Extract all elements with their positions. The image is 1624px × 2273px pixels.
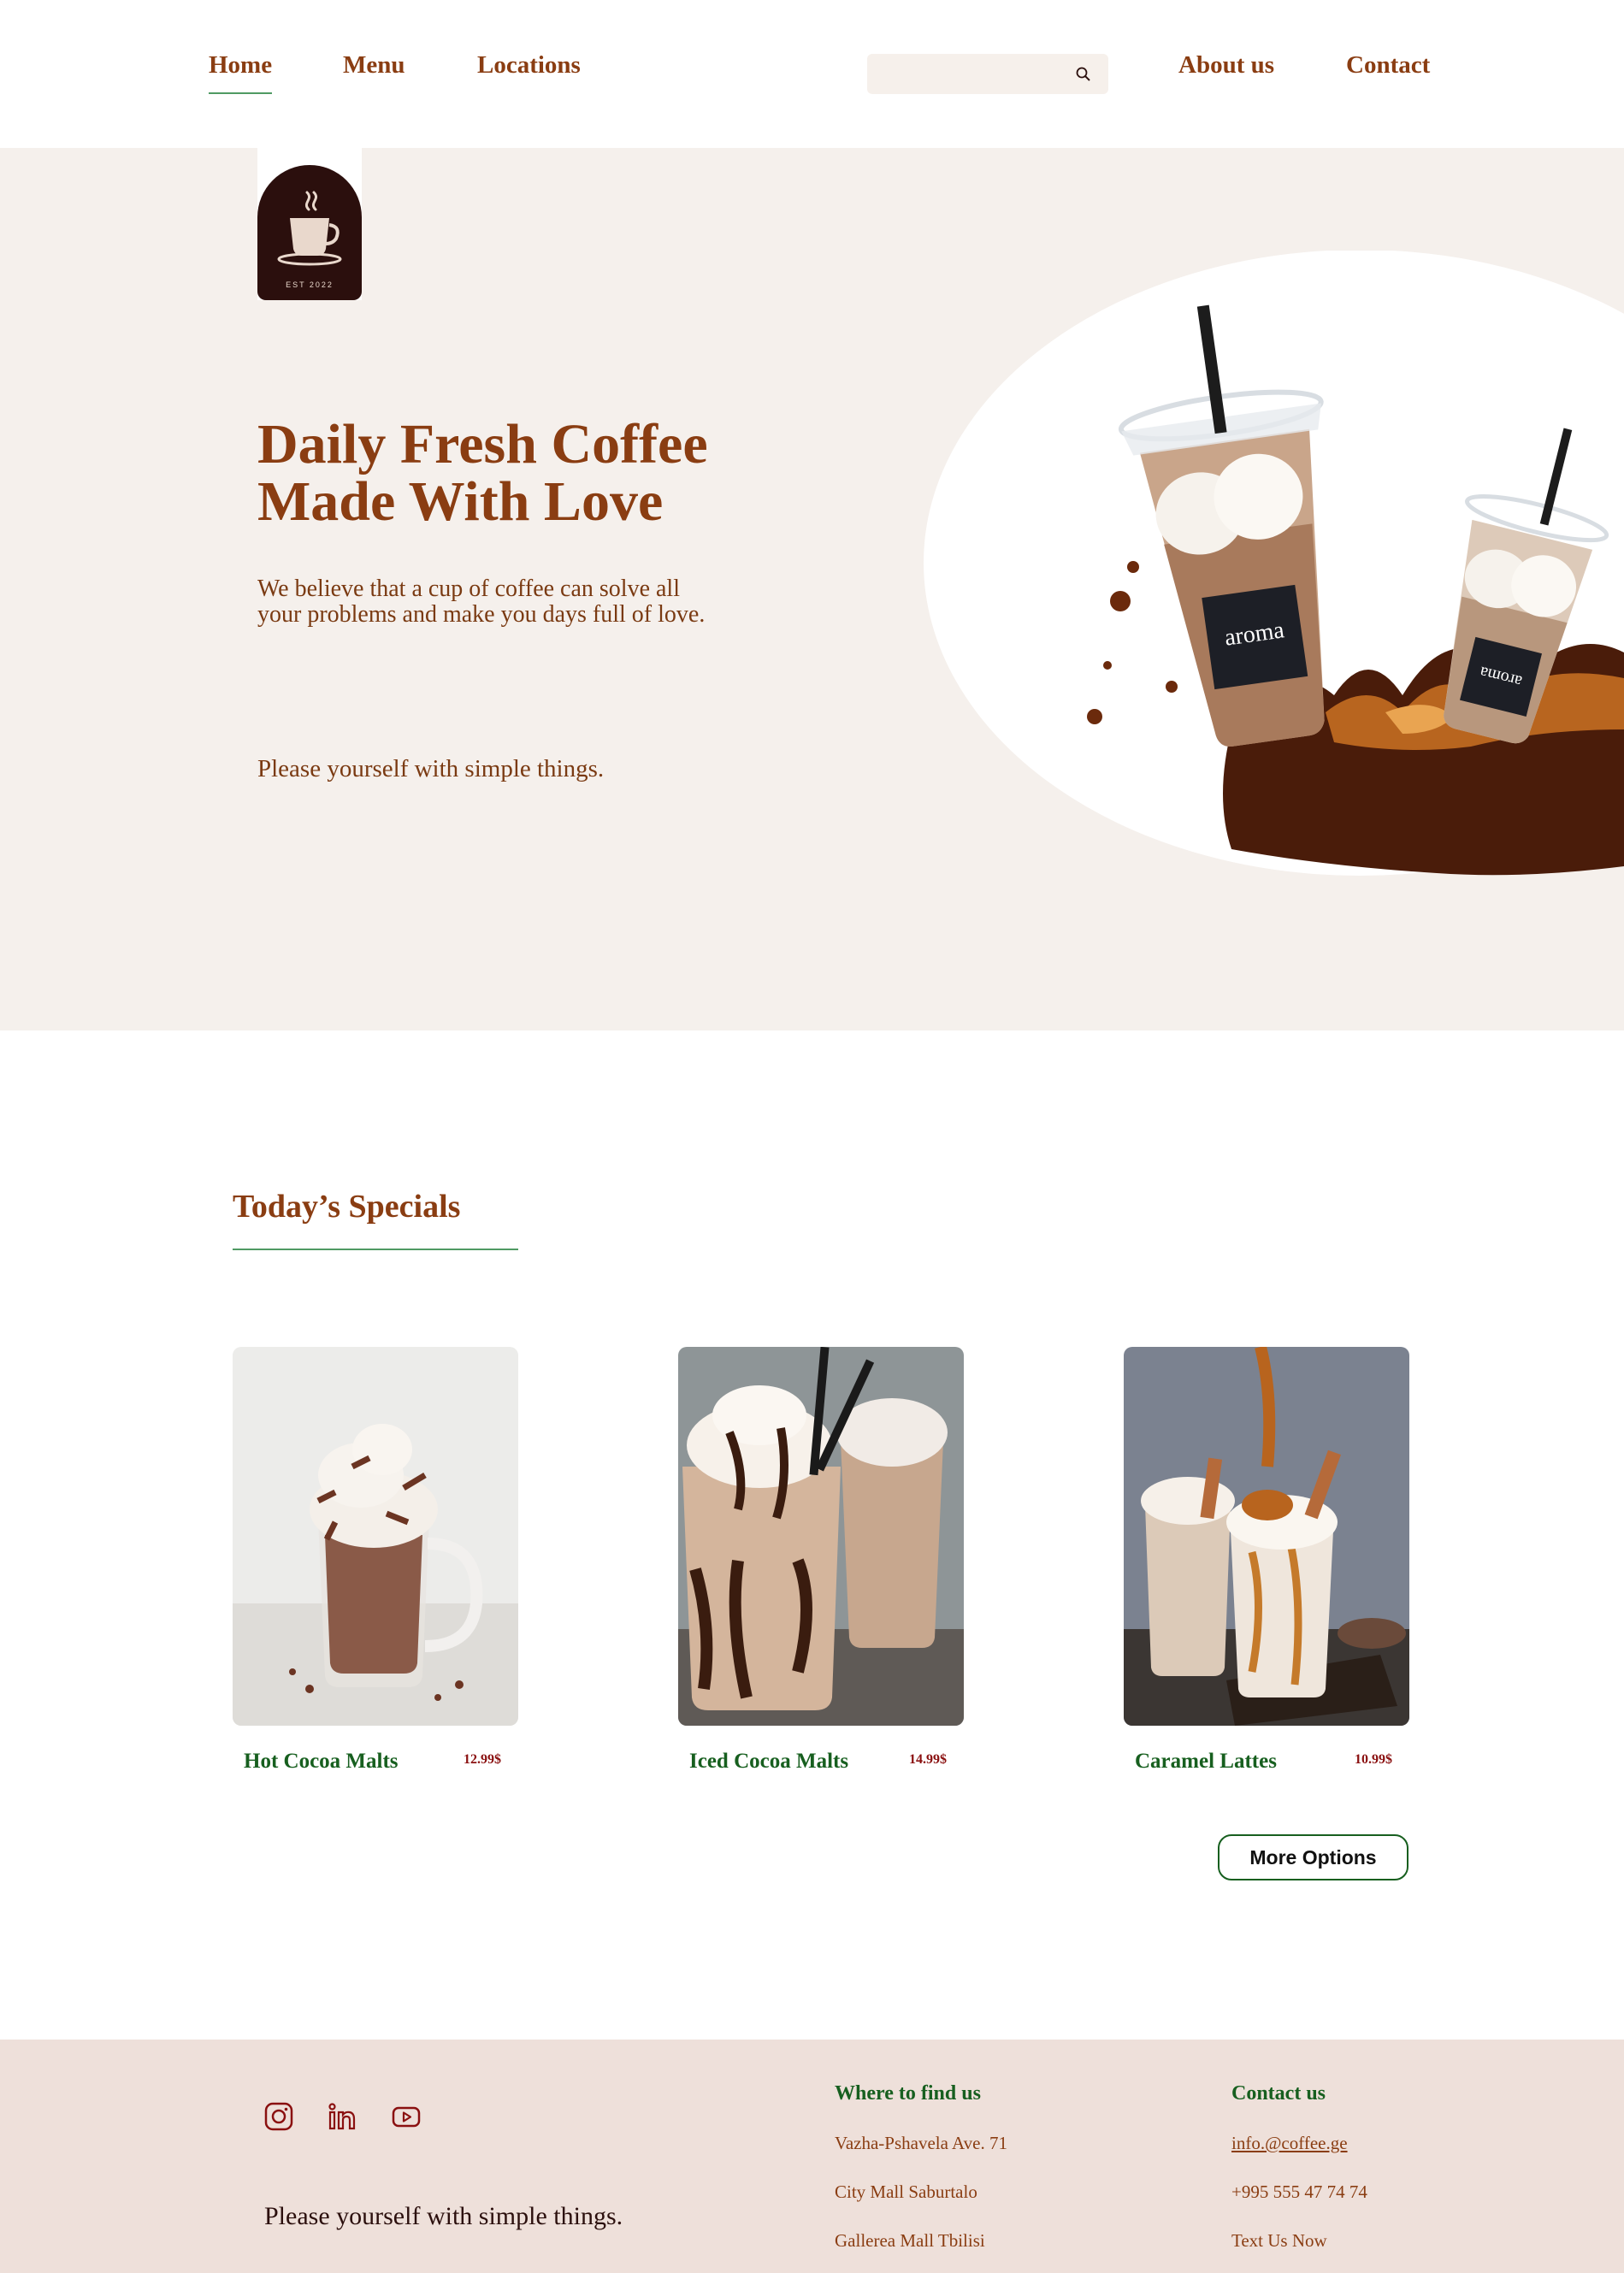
nav-locations-link[interactable]: Locations [477, 51, 581, 80]
instagram-icon[interactable] [263, 2101, 294, 2132]
iced-cocoa-image [678, 1347, 964, 1726]
footer-text-us-link[interactable]: Text Us Now [1231, 2230, 1327, 2252]
special-price: 12.99$ [464, 1752, 501, 1767]
specials-divider [233, 1249, 518, 1250]
special-price: 10.99$ [1355, 1752, 1392, 1767]
special-name: Caramel Lattes [1135, 1750, 1277, 1773]
footer-contact-heading: Contact us [1231, 2082, 1326, 2105]
brand-logo[interactable]: EST 2022 [257, 165, 362, 300]
nav-contact-link[interactable]: Contact [1346, 51, 1430, 80]
hero-title-line-1: Daily Fresh Coffee [257, 413, 708, 475]
footer-tagline: Please yourself with simple things. [264, 2202, 623, 2230]
search-icon[interactable] [1074, 65, 1093, 84]
footer-location-item: Gallerea Mall Tbilisi [835, 2230, 985, 2251]
footer-location-item: City Mall Saburtalo [835, 2181, 977, 2202]
footer-location-item: Vazha-Pshavela Ave. 71 [835, 2133, 1007, 2153]
special-price: 14.99$ [909, 1752, 947, 1767]
top-navigation: Home Menu Locations About us Contact [0, 0, 1624, 148]
footer-phone: +995 555 47 74 74 [1231, 2181, 1367, 2202]
special-name: Iced Cocoa Malts [689, 1750, 849, 1773]
hero-title: Daily Fresh Coffee Made With Love [257, 416, 788, 530]
linkedin-icon[interactable] [327, 2101, 357, 2132]
special-name: Hot Cocoa Malts [244, 1750, 399, 1773]
youtube-icon[interactable] [391, 2101, 422, 2132]
hero-subtitle: We believe that a cup of coffee can solv… [257, 576, 771, 628]
more-options-button[interactable]: More Options [1218, 1834, 1408, 1880]
footer-email-link[interactable]: info.@coffee.ge [1231, 2133, 1348, 2154]
hot-cocoa-image [233, 1347, 518, 1726]
specials-title: Today’s Specials [233, 1189, 461, 1225]
logo-est-text: EST 2022 [286, 280, 334, 289]
hero-title-line-2: Made With Love [257, 470, 664, 533]
search-box [867, 54, 1108, 94]
hero-section: EST 2022 Daily Fresh Coffee Made With Lo… [0, 148, 1624, 1030]
site-footer: Please yourself with simple things. Wher… [0, 2040, 1624, 2273]
caramel-lattes-image [1124, 1347, 1409, 1726]
hero-tagline: Please yourself with simple things. [257, 755, 605, 782]
nav-home-link[interactable]: Home [209, 51, 273, 94]
search-input[interactable] [867, 54, 1064, 94]
hero-iced-coffee-image: aroma aroma [924, 251, 1624, 876]
nav-menu-link[interactable]: Menu [343, 51, 405, 80]
hero-subtitle-line-1: We believe that a cup of coffee can solv… [257, 576, 680, 602]
footer-find-us-heading: Where to find us [835, 2082, 981, 2105]
hero-subtitle-line-2: your problems and make you days full of … [257, 601, 706, 628]
coffee-cup-icon [277, 191, 342, 266]
nav-about-link[interactable]: About us [1178, 51, 1274, 80]
